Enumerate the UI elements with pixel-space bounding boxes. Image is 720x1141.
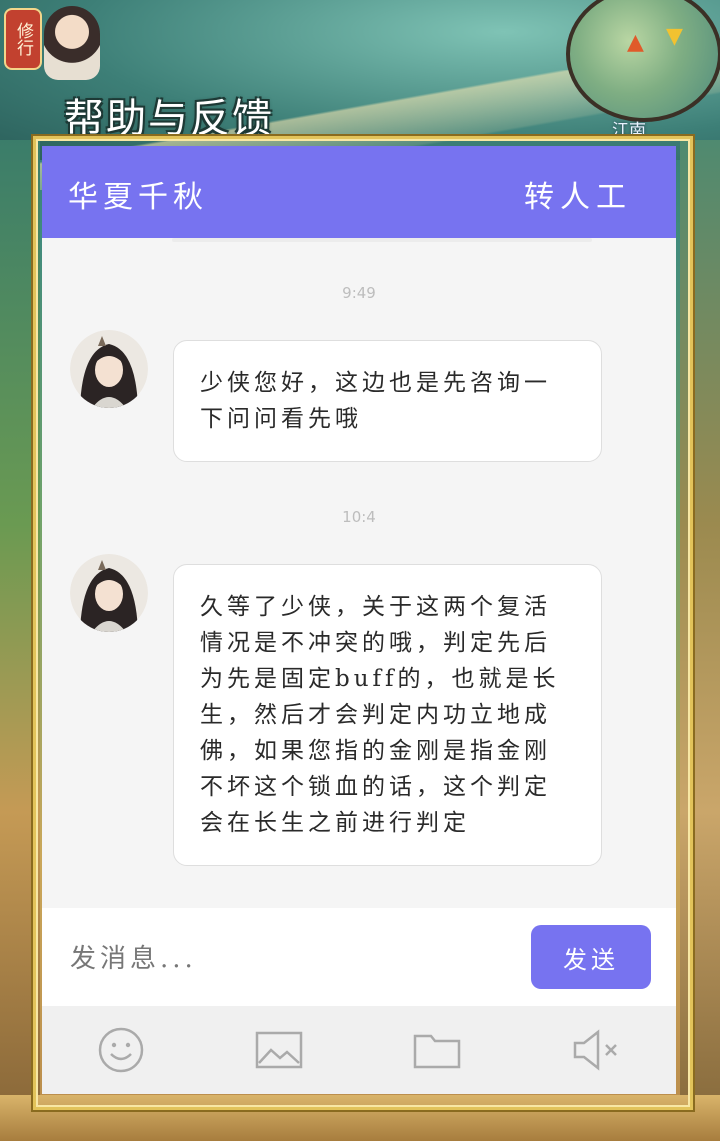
agent-message-bubble: 少侠您好，这边也是先咨询一下问问看先哦 (173, 340, 602, 462)
chat-toolbar (42, 1006, 676, 1094)
emoji-icon[interactable] (96, 1026, 146, 1074)
message-composer: 发送 (42, 908, 676, 1006)
folder-icon[interactable] (412, 1026, 462, 1074)
transfer-to-agent-button[interactable]: 转人工 (524, 172, 632, 216)
message-timestamp: 10:4 (342, 508, 376, 526)
agent-message-bubble: 久等了少侠，关于这两个复活情况是不冲突的哦，判定先后为先是固定buff的，也就是… (173, 564, 602, 866)
chat-brand: 华夏千秋 (68, 180, 208, 215)
chat-panel: 华夏千秋 转人工 9:49 少侠您好，这边也是先咨询一下问问看先哦 10:4 久… (42, 146, 676, 1094)
message-input[interactable] (68, 936, 512, 982)
image-icon[interactable] (254, 1026, 304, 1074)
mute-icon[interactable] (572, 1026, 622, 1074)
agent-avatar (70, 330, 148, 408)
minimap-player-arrow-icon: ▲ (627, 30, 644, 55)
minimap-marker-icon: ▼ (666, 24, 683, 49)
cultivation-badge[interactable]: 修行 (4, 8, 42, 70)
send-button[interactable]: 发送 (531, 925, 651, 989)
agent-avatar (70, 554, 148, 632)
player-avatar[interactable] (44, 6, 100, 80)
message-timestamp: 9:49 (342, 284, 376, 302)
scroll-edge (172, 238, 592, 242)
chat-header: 华夏千秋 转人工 (42, 146, 676, 238)
